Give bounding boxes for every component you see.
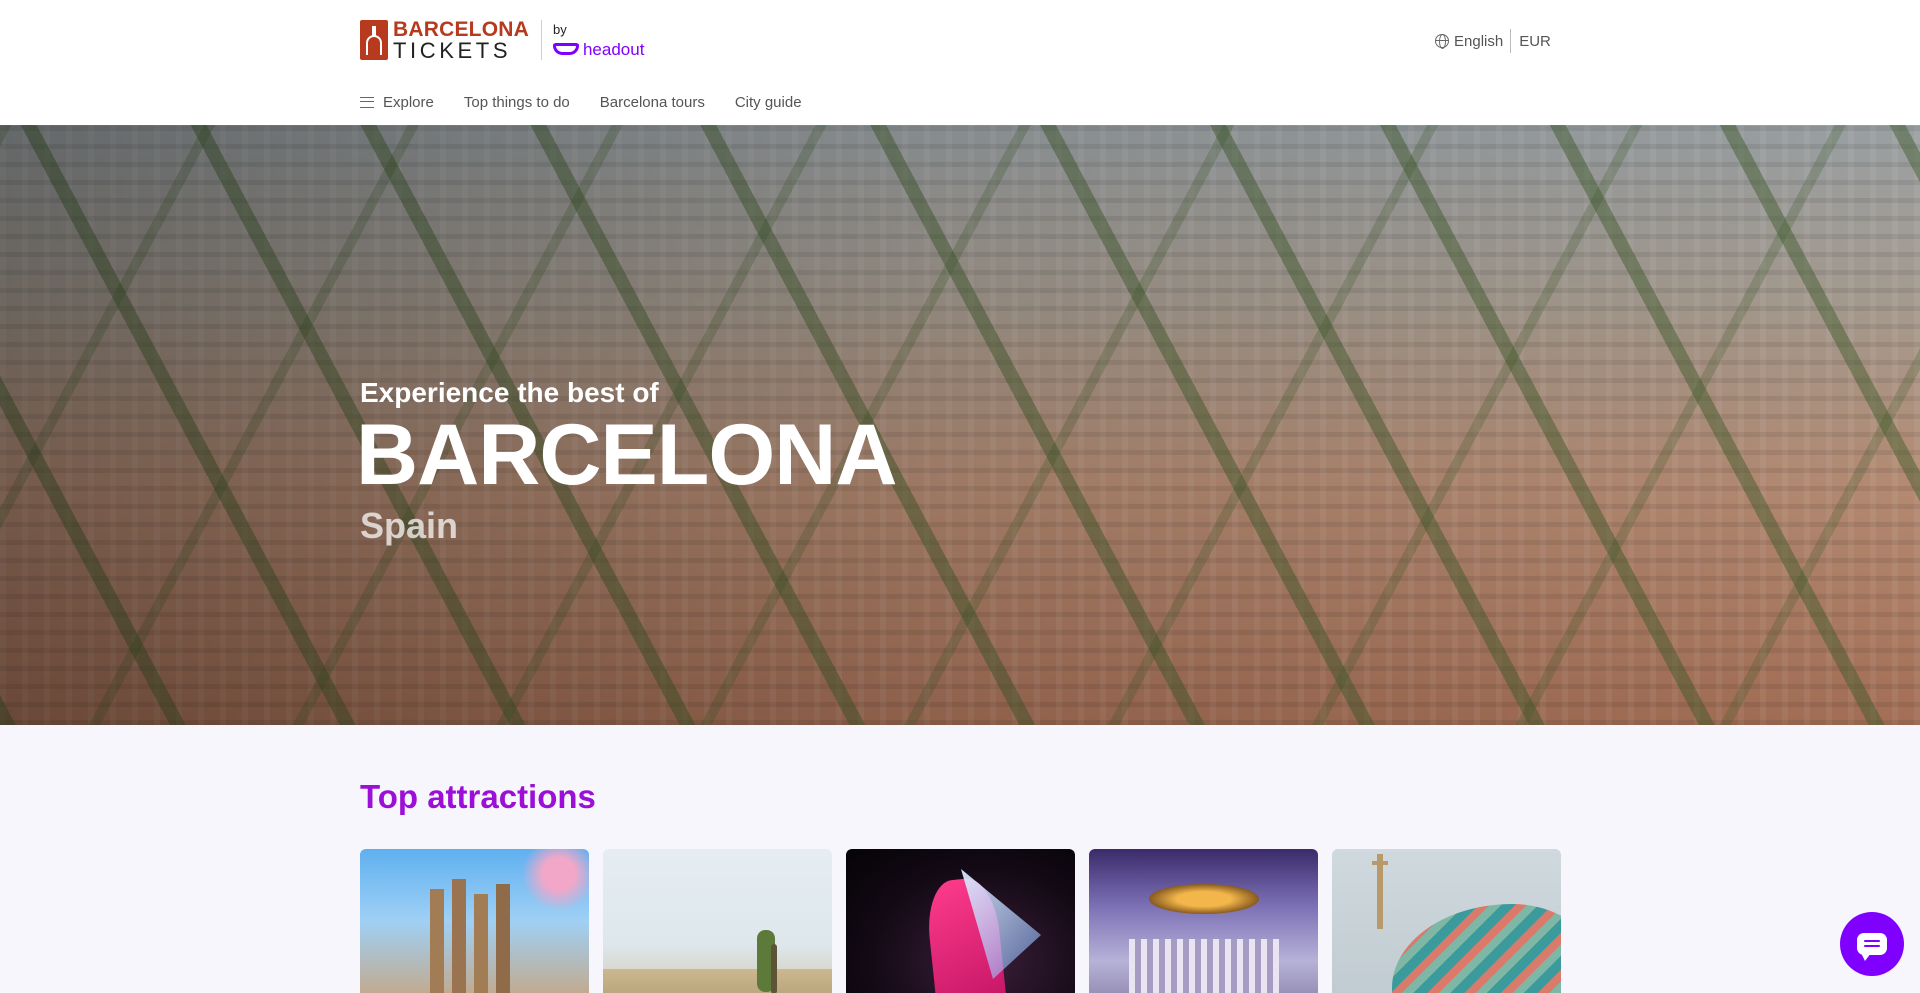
nav-item-barcelona-tours[interactable]: Barcelona tours: [600, 94, 705, 111]
site-logo[interactable]: BARCELONA TICKETS by headout: [360, 19, 644, 61]
hamburger-menu-icon[interactable]: [360, 96, 374, 108]
hero-kicker: Experience the best of: [360, 377, 659, 408]
cross-icon: [1372, 861, 1388, 865]
logo-wordmark: BARCELONA TICKETS: [393, 19, 529, 62]
hero-title: BARCELONA: [356, 407, 897, 503]
attraction-card-sagrada-familia[interactable]: [360, 849, 589, 993]
hero-banner: [0, 125, 1920, 725]
locale-divider: [1510, 29, 1512, 53]
logo-line-1: BARCELONA: [393, 17, 529, 41]
main-nav: Explore Top things to do Barcelona tours…: [360, 92, 832, 112]
attractions-carousel: [360, 849, 1561, 993]
logo-divider: [540, 20, 542, 60]
attraction-card-flamenco-show[interactable]: [846, 849, 1075, 993]
language-selector[interactable]: English: [1454, 33, 1503, 50]
top-attractions-title: Top attractions: [360, 778, 596, 815]
attraction-card-casa-batllo[interactable]: [1332, 849, 1561, 993]
logo-by-text: by: [552, 21, 567, 37]
locale-selector: English EUR: [1435, 29, 1551, 53]
partner-logo: by headout: [552, 21, 645, 59]
attraction-card-palau-de-la-musica[interactable]: [1089, 849, 1318, 993]
chat-button[interactable]: [1840, 912, 1904, 976]
headout-name: headout: [582, 39, 645, 59]
site-header: BARCELONA TICKETS by headout English EUR…: [0, 0, 1920, 125]
nav-item-city-guide[interactable]: City guide: [735, 94, 802, 111]
hero-subtitle: Spain: [360, 505, 459, 546]
headout-logo: headout: [552, 39, 645, 59]
hero-overlay: [0, 125, 1920, 725]
barcelona-logo-icon: [360, 20, 388, 60]
logo-line-2: TICKETS: [393, 37, 512, 63]
currency-selector[interactable]: EUR: [1519, 33, 1551, 50]
nav-item-explore[interactable]: Explore: [383, 94, 434, 111]
nav-item-top-things-to-do[interactable]: Top things to do: [464, 94, 570, 111]
headout-icon: [552, 43, 579, 55]
globe-icon: [1435, 34, 1449, 49]
attraction-card-park-guell[interactable]: [603, 849, 832, 993]
chat-icon: [1857, 933, 1887, 961]
